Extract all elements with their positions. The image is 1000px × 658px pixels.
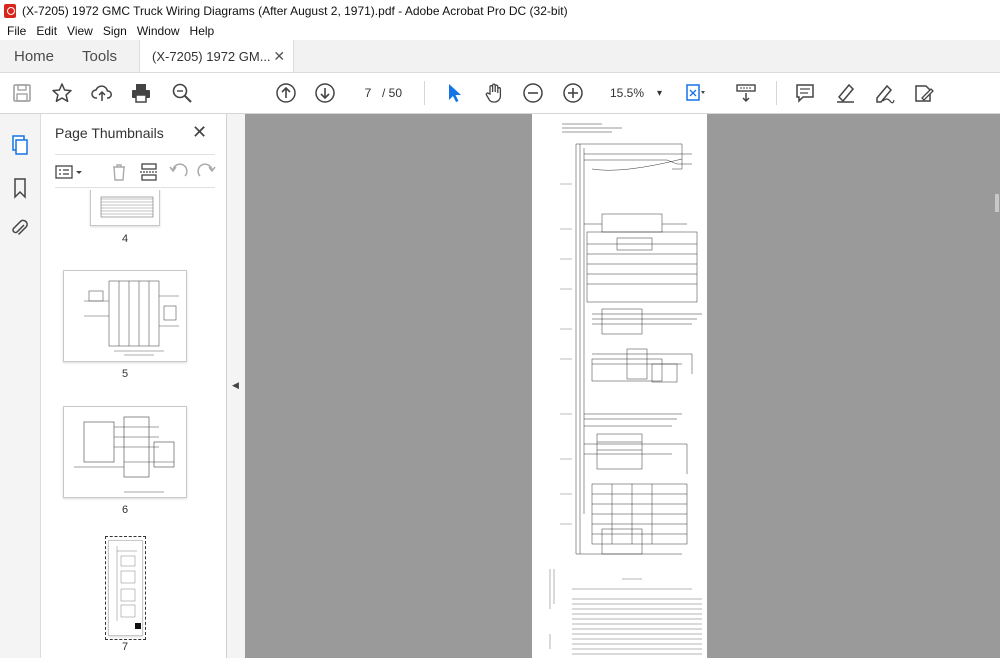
zoom-level-value: 15.5% (610, 86, 645, 100)
page-thumbnails-icon[interactable] (9, 134, 31, 156)
document-tab-label: (X-7205) 1972 GM... (152, 48, 271, 64)
panel-collapse-handle[interactable]: ◀ (227, 114, 245, 658)
rotate-left-icon[interactable] (168, 162, 190, 182)
zoom-in-icon[interactable] (562, 82, 584, 104)
save-icon[interactable] (11, 82, 33, 104)
scrollbar-thumb[interactable] (995, 194, 999, 212)
chevron-left-icon[interactable]: ◀ (232, 380, 239, 391)
comment-icon[interactable] (794, 82, 816, 104)
menu-help[interactable]: Help (185, 24, 220, 38)
bookmarks-icon[interactable] (9, 177, 31, 199)
chevron-down-icon: ▾ (656, 87, 662, 99)
cloud-upload-icon[interactable] (91, 82, 113, 104)
delete-page-icon[interactable] (108, 162, 130, 182)
document-scrollbar[interactable] (993, 114, 1000, 658)
thumbnail-page-number: 4 (121, 233, 129, 245)
star-icon[interactable] (51, 82, 73, 104)
menu-sign[interactable]: Sign (98, 24, 132, 38)
thumbnail-page-selected[interactable] (108, 540, 143, 636)
thumbnail-page[interactable] (63, 406, 187, 498)
arrow-up-icon[interactable] (275, 82, 297, 104)
page-total: / 50 (382, 86, 403, 100)
scroll-mode-icon[interactable] (735, 82, 757, 104)
menu-file[interactable]: File (2, 24, 31, 38)
menu-bar: File Edit View Sign Window Help (0, 21, 1000, 40)
arrow-down-icon[interactable] (314, 82, 336, 104)
thumbnail-page-number: 5 (121, 368, 129, 380)
thumbnail-options-icon[interactable] (55, 162, 85, 182)
menu-edit[interactable]: Edit (31, 24, 62, 38)
main-toolbar: / 50 15.5% ▾ (0, 73, 1000, 114)
thumbnail-list: 4 5 6 7 (41, 190, 221, 658)
print-icon[interactable] (130, 82, 152, 104)
document-viewport[interactable] (245, 114, 1000, 658)
acrobat-logo-icon (4, 3, 16, 18)
wiring-diagram-drawing (549, 123, 702, 655)
draw-icon[interactable] (873, 82, 895, 104)
zoom-level-dropdown[interactable]: 15.5% ▾ (602, 83, 662, 103)
tab-tools[interactable]: Tools (68, 40, 131, 72)
search-zoom-icon[interactable] (171, 82, 193, 104)
thumbnail-page-number: 7 (121, 641, 129, 653)
page-number-input[interactable] (356, 83, 380, 103)
fill-sign-icon[interactable] (913, 82, 935, 104)
extract-page-icon[interactable] (138, 162, 160, 182)
fit-page-icon[interactable] (684, 82, 706, 104)
rotate-right-icon[interactable] (195, 162, 217, 182)
attachments-icon[interactable] (9, 217, 31, 239)
panel-title: Page Thumbnails (55, 125, 164, 141)
window-title: (X-7205) 1972 GMC Truck Wiring Diagrams … (22, 3, 568, 18)
tab-bar: Home Tools (X-7205) 1972 GM... ✕ (0, 40, 1000, 73)
tab-home[interactable]: Home (0, 40, 68, 72)
thumbnail-tools (55, 154, 217, 188)
thumbnail-page-number: 6 (121, 504, 129, 516)
toolbar-divider (776, 81, 777, 105)
thumbnail-page[interactable] (90, 190, 160, 226)
menu-window[interactable]: Window (132, 24, 185, 38)
page-thumbnails-panel: Page Thumbnails ✕ 4 5 6 7 (41, 114, 260, 658)
pdf-page (532, 114, 707, 658)
hand-icon[interactable] (483, 82, 505, 104)
close-panel-icon[interactable]: ✕ (192, 122, 207, 143)
highlight-pen-icon[interactable] (834, 82, 856, 104)
title-bar: (X-7205) 1972 GMC Truck Wiring Diagrams … (0, 0, 1000, 21)
zoom-out-icon[interactable] (522, 82, 544, 104)
close-tab-icon[interactable]: ✕ (273, 48, 285, 65)
toolbar-divider (424, 81, 425, 105)
menu-view[interactable]: View (62, 24, 98, 38)
cursor-arrow-icon[interactable] (443, 82, 465, 104)
thumbnail-page[interactable] (63, 270, 187, 362)
left-navigation-rail (0, 114, 41, 658)
tab-document[interactable]: (X-7205) 1972 GM... ✕ (139, 40, 295, 72)
